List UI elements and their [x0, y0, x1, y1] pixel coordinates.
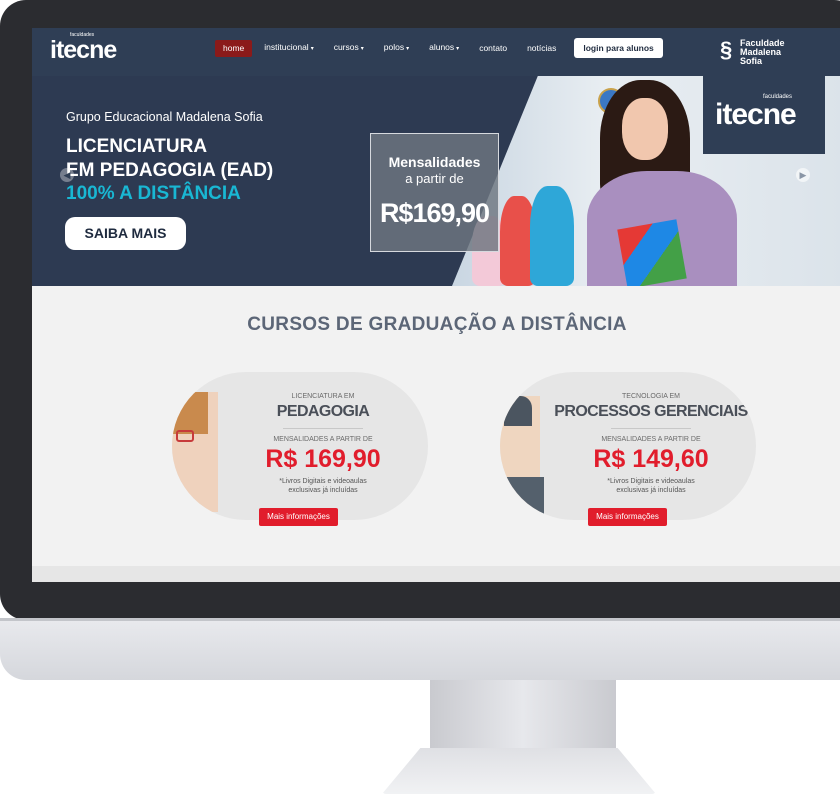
course-note-line: exclusivas já incluídas: [616, 487, 686, 494]
saiba-mais-button[interactable]: SAIBA MAIS: [65, 217, 186, 250]
menu-item-polos[interactable]: polos ▾: [376, 39, 417, 58]
menu-label: notícias: [527, 42, 557, 53]
student-figure: [530, 186, 574, 286]
itecne-logo[interactable]: itecne: [50, 36, 117, 64]
promo-price: R$169,90: [379, 198, 490, 228]
main-menu: home institucional ▾ cursos ▾ polos ▾ aluno…: [215, 38, 663, 58]
itecne-badge-logo: itecne: [715, 98, 797, 131]
course-type: TECNOLOGIA EM: [622, 393, 680, 400]
course-card-pedagogia: LICENCIATURA EM PEDAGOGIA MENSALIDADES A…: [172, 372, 428, 520]
menu-label: cursos: [333, 41, 359, 52]
teacher-face: [622, 98, 668, 160]
course-photo-hair: [504, 396, 532, 426]
website-screen: faculdades itecne home institucional ▾ cu…: [32, 28, 840, 582]
course-photo-suit: [500, 477, 544, 520]
slider-prev-arrow-icon[interactable]: ◀: [60, 168, 74, 182]
price-promo-box: Mensalidades a partir de R$169,90: [370, 133, 499, 252]
course-note-line: *Livros Digitais e videoaulas: [607, 478, 695, 485]
course-note-line: exclusivas já incluídas: [288, 487, 358, 494]
caret-down-icon: ▾: [310, 45, 314, 52]
menu-label: home: [223, 42, 245, 53]
divider: [283, 428, 363, 429]
hero-banner[interactable]: faculdades itecne Mensalidades a partir …: [32, 76, 840, 286]
mais-informacoes-button-processos[interactable]: Mais informações: [588, 508, 667, 526]
menu-item-alunos[interactable]: alunos ▾: [421, 39, 467, 58]
hero-heading-line1: LICENCIATURA: [66, 136, 208, 157]
menu-label: alunos: [429, 41, 455, 52]
caret-down-icon: ▾: [456, 45, 460, 52]
promo-title: Mensalidades: [388, 154, 481, 170]
caret-down-icon: ▾: [406, 45, 410, 52]
books-image: [617, 219, 687, 286]
course-photo-hair: [172, 392, 208, 434]
glasses-icon: [176, 430, 194, 442]
price-label: MENSALIDADES A PARTIR DE: [601, 436, 701, 443]
menu-item-home[interactable]: home: [215, 39, 253, 57]
course-price: R$ 169,90: [265, 445, 381, 473]
slider-next-arrow-icon[interactable]: ▶: [796, 168, 810, 182]
monitor-stand-neck: [430, 680, 616, 750]
menu-label: institucional: [264, 41, 309, 52]
top-navbar: faculdades itecne home institucional ▾ cu…: [32, 28, 840, 76]
caret-down-icon: ▾: [360, 45, 364, 52]
hero-heading-line2: EM PEDAGOGIA (EAD): [66, 160, 274, 181]
course-name: PROCESSOS GERENCIAIS: [554, 403, 748, 420]
course-note-line: *Livros Digitais e videoaulas: [279, 478, 367, 485]
mais-informacoes-button-pedagogia[interactable]: Mais informações: [259, 508, 338, 526]
brand-line: Sofia: [740, 56, 763, 66]
itecne-badge: faculdades itecne: [703, 76, 825, 154]
divider: [611, 428, 691, 429]
menu-item-institucional[interactable]: institucional ▾: [256, 39, 321, 58]
course-type: LICENCIATURA EM: [291, 393, 355, 400]
footer-strip: [32, 566, 840, 582]
login-button[interactable]: login para alunos: [574, 38, 663, 58]
course-note: *Livros Digitais e videoaulas exclusivas…: [546, 477, 756, 495]
ms-brand-icon: §: [720, 37, 733, 62]
course-price: R$ 149,60: [593, 445, 709, 473]
monitor-chin-edge: [0, 618, 840, 621]
price-label: MENSALIDADES A PARTIR DE: [273, 436, 373, 443]
monitor-chin: [0, 618, 840, 680]
menu-item-contato[interactable]: contato: [471, 40, 515, 57]
promo-subtitle: a partir de: [405, 171, 464, 186]
hero-heading-line3: 100% A DISTÂNCIA: [66, 183, 241, 204]
hero-group-name: Grupo Educacional Madalena Sofia: [66, 110, 263, 124]
menu-label: contato: [479, 42, 508, 53]
monitor-stand-base: [382, 748, 656, 794]
course-name: PEDAGOGIA: [276, 403, 370, 420]
section-title: CURSOS DE GRADUAÇÃO A DISTÂNCIA: [247, 314, 627, 335]
menu-label: polos: [383, 41, 405, 52]
course-note: *Livros Digitais e videoaulas exclusivas…: [218, 477, 428, 495]
menu-item-noticias[interactable]: notícias: [519, 40, 564, 57]
monitor-frame: faculdades itecne home institucional ▾ cu…: [0, 0, 840, 794]
course-card-processos-gerenciais: TECNOLOGIA EM PROCESSOS GERENCIAIS MENSA…: [500, 372, 756, 520]
menu-item-cursos[interactable]: cursos ▾: [326, 39, 372, 58]
